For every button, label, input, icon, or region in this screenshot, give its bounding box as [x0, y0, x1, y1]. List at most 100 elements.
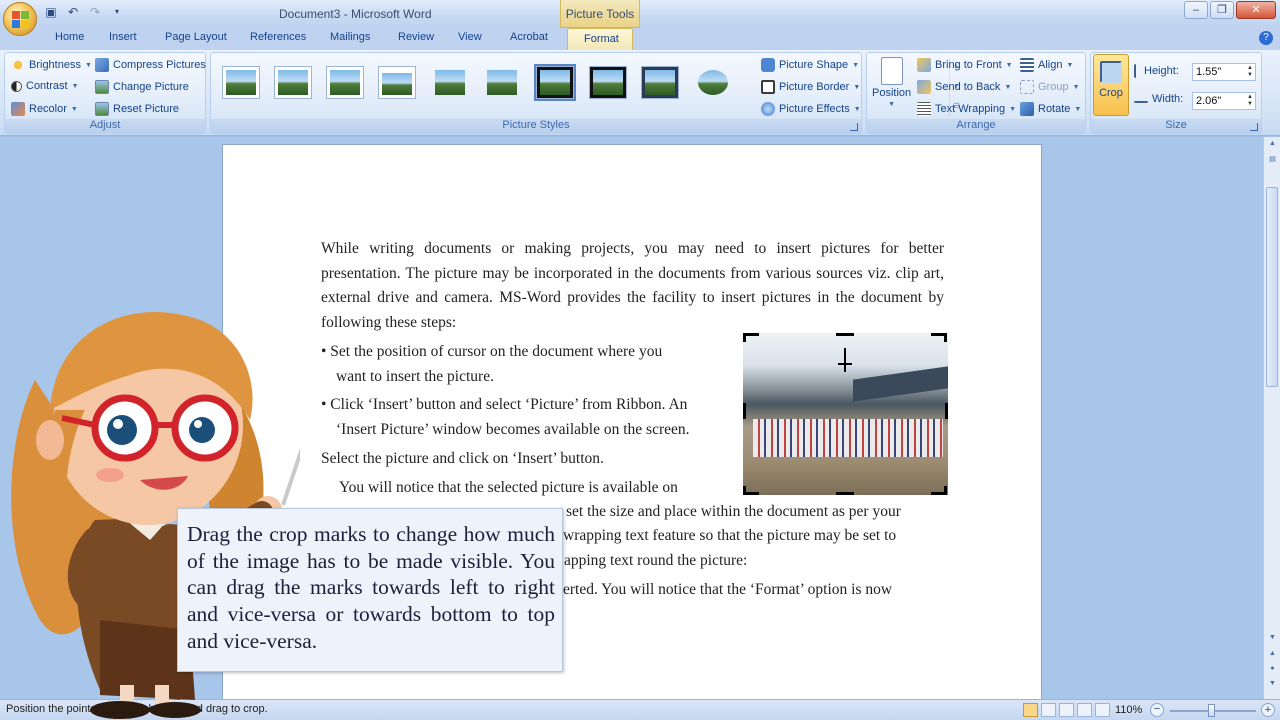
undo-icon[interactable]: ↶ — [66, 5, 80, 19]
step-3-text[interactable]: Select the picture and click on ‘Insert’… — [321, 447, 604, 472]
stadium-stand — [853, 366, 948, 402]
picture-effects-button[interactable]: Picture Effects ▼ — [761, 102, 861, 116]
change-picture-button[interactable]: Change Picture — [95, 80, 189, 94]
tab-insert[interactable]: Insert — [109, 31, 137, 43]
prev-page-icon[interactable]: ▲ — [1267, 650, 1278, 661]
browse-object-icon[interactable]: ● — [1267, 665, 1278, 676]
bullet-1-line-1[interactable]: • Set the position of cursor on the docu… — [321, 340, 662, 365]
style-thumbnail[interactable] — [431, 66, 469, 99]
chevron-down-icon: ▼ — [853, 105, 861, 113]
crop-handle-left[interactable] — [743, 403, 746, 419]
scroll-up-icon[interactable]: ▲ — [1267, 140, 1278, 151]
crop-handle-bottom-right[interactable] — [931, 486, 947, 495]
zoom-slider-thumb[interactable] — [1208, 704, 1215, 717]
bullet-1-line-2[interactable]: want to insert the picture. — [336, 365, 494, 390]
scroll-down-icon[interactable]: ▼ — [1267, 634, 1278, 645]
ribbon-tabs: Home Insert Page Layout References Maili… — [0, 28, 1280, 50]
bullet-2-line-2[interactable]: ‘Insert Picture’ window becomes availabl… — [336, 418, 690, 443]
tab-references[interactable]: References — [250, 31, 306, 43]
tab-mailings[interactable]: Mailings — [330, 31, 370, 43]
tab-review[interactable]: Review — [398, 31, 434, 43]
zoom-in-icon[interactable]: + — [1261, 703, 1275, 717]
notice-line-3[interactable]: wrapping text feature so that the pictur… — [563, 524, 896, 549]
height-label-group: Height: — [1134, 64, 1179, 78]
brightness-button[interactable]: Brightness ▼ — [11, 58, 92, 72]
style-thumbnail[interactable] — [589, 66, 627, 99]
group-label: Group — [1038, 81, 1069, 93]
style-thumbnail[interactable] — [222, 66, 260, 99]
width-field[interactable]: 2.06" ▲ ▼ — [1192, 92, 1256, 110]
dialog-launcher-icon[interactable] — [1250, 123, 1258, 131]
style-thumbnail[interactable] — [641, 66, 679, 99]
minimize-icon[interactable]: – — [1184, 1, 1208, 19]
restore-icon[interactable]: ❐ — [1210, 1, 1234, 19]
reset-picture-button[interactable]: Reset Picture — [95, 102, 179, 116]
send-to-back-button[interactable]: Send to Back ▼ — [917, 80, 1011, 94]
notice-line-4[interactable]: apping text round the picture: — [564, 549, 747, 574]
notice-line-1[interactable]: You will notice that the selected pictur… — [339, 476, 678, 501]
window-controls: – ❐ ✕ — [1184, 1, 1276, 19]
crop-button[interactable]: Crop — [1093, 54, 1129, 116]
spin-arrows-icon[interactable]: ▲ ▼ — [1247, 94, 1253, 108]
bullet-2-line-1[interactable]: • Click ‘Insert’ button and select ‘Pict… — [321, 393, 687, 418]
notice-line-2[interactable]: set the size and place within the docume… — [566, 500, 901, 525]
style-thumbnail[interactable] — [326, 66, 364, 99]
picture-border-button[interactable]: Picture Border ▼ — [761, 80, 860, 94]
style-thumbnail[interactable] — [378, 66, 416, 99]
save-icon[interactable]: ▣ — [44, 5, 58, 19]
vertical-scrollbar[interactable]: ▲ ▤ ▼ ▲ ● ▼ — [1263, 137, 1280, 699]
picture-shape-button[interactable]: Picture Shape ▼ — [761, 58, 859, 72]
customize-qat-icon[interactable]: ▾ — [110, 5, 124, 19]
students-group — [753, 419, 943, 457]
rotate-label: Rotate — [1038, 103, 1071, 115]
align-button[interactable]: Align ▼ — [1020, 58, 1073, 72]
tab-home[interactable]: Home — [55, 31, 84, 43]
scroll-thumb[interactable] — [1266, 187, 1278, 387]
outline-view-icon[interactable] — [1077, 703, 1092, 717]
tab-page-layout[interactable]: Page Layout — [165, 31, 227, 43]
office-logo-icon — [12, 11, 29, 28]
notice-line-5[interactable]: erted. You will notice that the ‘Format’… — [563, 578, 892, 603]
zoom-out-icon[interactable]: − — [1150, 703, 1164, 717]
office-button[interactable] — [3, 2, 37, 36]
help-icon[interactable]: ? — [1259, 31, 1273, 45]
crop-handle-right[interactable] — [945, 403, 948, 419]
height-field[interactable]: 1.55" ▲ ▼ — [1192, 63, 1256, 81]
crop-handle-bottom[interactable] — [836, 492, 854, 495]
crop-handle-top-left[interactable] — [743, 333, 759, 342]
group-button[interactable]: Group ▼ — [1020, 80, 1080, 94]
rotate-button[interactable]: Rotate ▼ — [1020, 102, 1081, 116]
tab-format[interactable]: Format — [567, 28, 633, 51]
redo-icon[interactable]: ↷ — [88, 5, 102, 19]
tab-view[interactable]: View — [458, 31, 482, 43]
close-icon[interactable]: ✕ — [1236, 1, 1276, 19]
crop-handle-top-right[interactable] — [931, 333, 947, 342]
intro-paragraph[interactable]: While writing documents or making projec… — [321, 237, 944, 335]
crop-handle-bottom-left[interactable] — [743, 486, 759, 495]
position-button[interactable]: Position ▼ — [872, 57, 911, 108]
spin-arrows-icon[interactable]: ▲ ▼ — [1247, 65, 1253, 79]
width-value: 2.06" — [1196, 95, 1222, 107]
ribbon: Brightness ▼ Contrast ▼ Recolor ▼ Compress … — [0, 50, 1280, 136]
web-layout-icon[interactable] — [1059, 703, 1074, 717]
style-thumbnail[interactable] — [694, 66, 732, 99]
zoom-level[interactable]: 110% — [1115, 704, 1142, 716]
dialog-launcher-icon[interactable] — [850, 123, 858, 131]
full-screen-reading-icon[interactable] — [1041, 703, 1056, 717]
bring-to-front-button[interactable]: Bring to Front ▼ — [917, 58, 1013, 72]
style-thumbnail[interactable] — [483, 66, 521, 99]
style-thumbnail[interactable] — [274, 66, 312, 99]
style-thumbnail-selected[interactable] — [534, 64, 576, 101]
draft-view-icon[interactable] — [1095, 703, 1110, 717]
tab-acrobat[interactable]: Acrobat — [510, 31, 548, 43]
text-wrapping-button[interactable]: Text Wrapping ▼ — [917, 102, 1016, 116]
ruler-toggle-icon[interactable]: ▤ — [1267, 155, 1278, 166]
next-page-icon[interactable]: ▼ — [1267, 680, 1278, 691]
compress-pictures-button[interactable]: Compress Pictures — [95, 58, 206, 72]
recolor-label: Recolor — [29, 103, 67, 115]
position-icon — [880, 57, 903, 85]
recolor-button[interactable]: Recolor ▼ — [11, 102, 78, 116]
contrast-button[interactable]: Contrast ▼ — [11, 80, 79, 92]
print-layout-view-icon[interactable] — [1023, 703, 1038, 717]
crop-handle-top[interactable] — [836, 333, 854, 336]
